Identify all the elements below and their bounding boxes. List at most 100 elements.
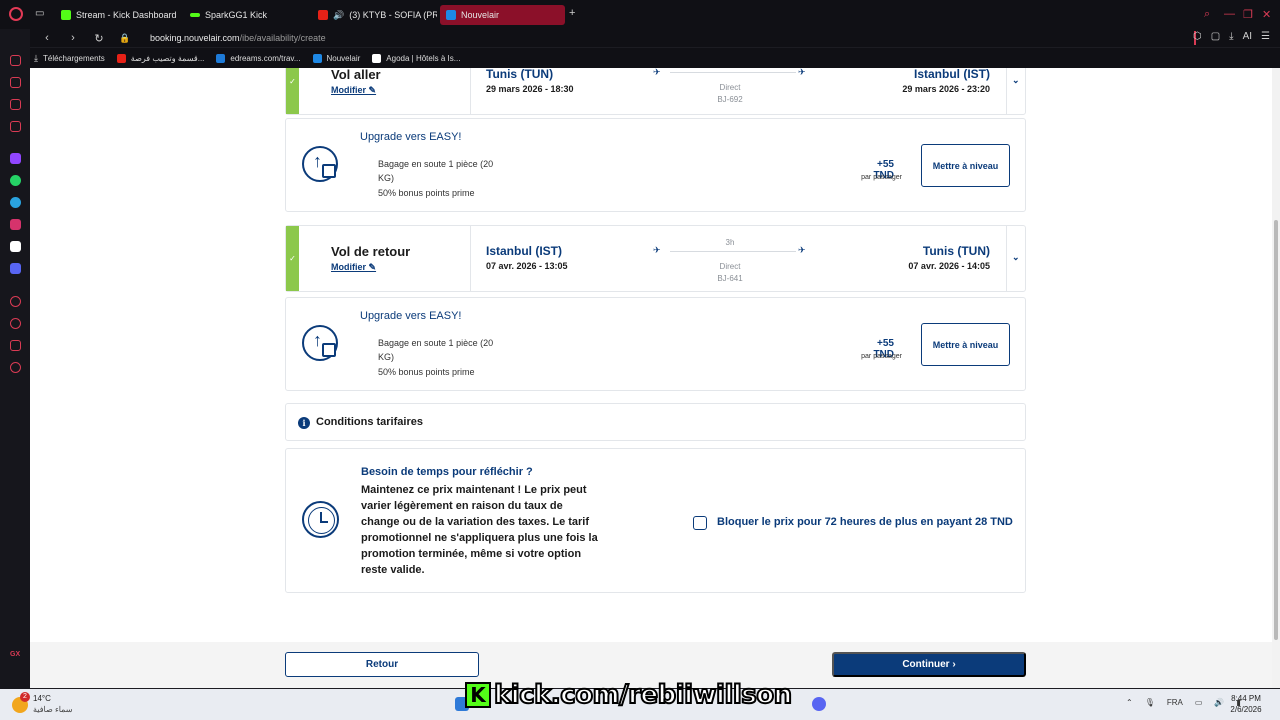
menu-icon[interactable]: ☰ xyxy=(1261,31,1270,42)
scrollbar-thumb[interactable] xyxy=(1274,220,1278,640)
outbound-to-time: 29 mars 2026 - 23:20 xyxy=(902,84,990,94)
price-hold-checkbox[interactable] xyxy=(693,516,707,530)
outbound-from-city: Tunis (TUN) xyxy=(486,68,554,81)
inbound-flight-number: BJ-641 xyxy=(717,274,743,283)
language-indicator[interactable]: FRA xyxy=(1167,698,1183,707)
download-icon[interactable]: ⤓ xyxy=(1229,31,1233,42)
new-tab-button[interactable]: + xyxy=(569,7,575,19)
nouvelair-icon xyxy=(446,10,456,20)
upgrade-button[interactable]: Mettre à niveau xyxy=(921,323,1010,366)
outbound-title: Vol aller xyxy=(331,68,381,82)
fare-conditions-label: Conditions tarifaires xyxy=(316,416,423,428)
close-window-button[interactable]: ✕ xyxy=(1262,8,1271,21)
clock-icon xyxy=(302,501,339,538)
overlay-text: kick.com/rebiiwillson xyxy=(493,679,793,711)
news-icon[interactable] xyxy=(10,99,21,110)
inbound-from-city: Istanbul (IST) xyxy=(486,244,562,258)
price-hold-card: Besoin de temps pour réfléchir ? Mainten… xyxy=(285,448,1026,593)
player-icon[interactable] xyxy=(10,121,21,132)
browser-tab-bar: ▭ Stream - Kick Dashboard SparkGG1 Kick … xyxy=(0,0,1280,29)
extensions-icon[interactable] xyxy=(10,296,21,307)
chevron-up-icon[interactable]: ⌃ xyxy=(1126,698,1133,707)
tab-kick-dashboard[interactable]: Stream - Kick Dashboard xyxy=(55,5,180,25)
kick-icon xyxy=(61,10,71,20)
divider xyxy=(1006,68,1007,114)
discord-icon[interactable] xyxy=(10,263,21,274)
outbound-flight-number: BJ-692 xyxy=(717,95,743,104)
tab-nouvelair[interactable]: Nouvelair xyxy=(440,5,565,25)
audio-icon: 🔊 xyxy=(333,9,345,20)
upgrade-title: Upgrade vers EASY! xyxy=(360,310,462,322)
upgrade-button[interactable]: Mettre à niveau xyxy=(921,144,1010,187)
display-icon[interactable]: ▭ xyxy=(1195,698,1203,707)
temperature: 14°C xyxy=(33,694,51,703)
url-field[interactable]: booking.nouvelair.com/ibe/availability/c… xyxy=(150,33,326,43)
inbound-modify-link[interactable]: Modifier ✎ xyxy=(331,262,376,273)
taskbar-clock[interactable]: 8:44 PM 2/6/2026 xyxy=(1226,693,1266,715)
instagram-icon[interactable] xyxy=(10,219,21,230)
whatsapp-icon[interactable] xyxy=(10,175,21,186)
bookmarks-bar: ⤓ Téléchargements قسمة وتصيب فرصة... edre… xyxy=(30,48,1280,68)
twitch-icon[interactable] xyxy=(10,153,21,164)
bookmark-agoda[interactable]: Agoda | Hôtels à Is... xyxy=(372,53,460,63)
inbound-flight-card: ✓ Vol de retour Modifier ✎ Istanbul (IST… xyxy=(285,225,1026,292)
hexagon-icon[interactable] xyxy=(10,340,21,351)
edreams-icon xyxy=(216,53,226,63)
tiktok-icon[interactable] xyxy=(10,241,21,252)
download-icon: ⤓ xyxy=(34,52,38,63)
workspaces-icon[interactable]: ▭ xyxy=(35,8,44,19)
price-hold-label[interactable]: Bloquer le prix pour 72 heures de plus e… xyxy=(717,516,1013,528)
upgrade-baggage-line-cont: KG) xyxy=(378,352,395,362)
continue-button[interactable]: Continuer › xyxy=(832,652,1026,677)
price-hold-title: Besoin de temps pour réfléchir ? xyxy=(361,466,533,478)
forward-icon[interactable]: › xyxy=(64,32,82,44)
aria-icon[interactable] xyxy=(10,55,21,66)
volume-icon[interactable]: 🔊 xyxy=(1214,698,1224,707)
maximize-button[interactable]: ❐ xyxy=(1243,8,1253,21)
upgrade-title: Upgrade vers EASY! xyxy=(360,131,462,143)
reload-icon[interactable]: ↻ xyxy=(90,32,108,45)
inbound-to-city: Tunis (TUN) xyxy=(922,244,990,258)
address-bar: ‹ › ↻ 🔒 booking.nouvelair.com/ibe/availa… xyxy=(30,29,1280,47)
discord-icon[interactable] xyxy=(812,697,826,711)
outbound-from-time: 29 mars 2026 - 18:30 xyxy=(486,84,574,94)
bookmark-youtube[interactable]: قسمة وتصيب فرصة... xyxy=(116,53,204,63)
web-page: ✓ Vol aller Modifier ✎ Tunis (TUN) 29 ma… xyxy=(30,68,1272,688)
gx-control-icon[interactable] xyxy=(10,77,21,88)
opera-logo-icon[interactable] xyxy=(9,7,23,21)
back-button[interactable]: Retour xyxy=(285,652,479,677)
tab-sparkgg1-kick[interactable]: SparkGG1 Kick xyxy=(184,5,309,25)
chevron-down-icon[interactable]: ⌄ xyxy=(1012,252,1020,263)
upgrade-price-sub: par passager xyxy=(861,353,902,360)
bookmark-nouvelair[interactable]: Nouvelair xyxy=(312,53,360,63)
inbound-from-time: 07 avr. 2026 - 13:05 xyxy=(486,261,568,271)
minimize-button[interactable]: — xyxy=(1224,8,1235,20)
history-icon[interactable] xyxy=(10,318,21,329)
search-tabs-icon[interactable]: ⌕ xyxy=(1204,8,1210,21)
upgrade-baggage-line: Bagage en soute 1 pièce (20 xyxy=(378,338,494,348)
inbound-to-time: 07 avr. 2026 - 14:05 xyxy=(908,261,990,271)
outbound-modify-link[interactable]: Modifier ✎ xyxy=(331,85,376,96)
telegram-icon[interactable] xyxy=(10,197,21,208)
divider xyxy=(470,226,471,291)
outbound-upgrade-card: Upgrade vers EASY! Bagage en soute 1 piè… xyxy=(285,118,1026,212)
browser-tools: ⬡ ▢ ⤓ AI ☰ xyxy=(1193,31,1270,42)
tab-youtube-ktyb[interactable]: 🔊 (3) KTYB - SOFIA (PRO xyxy=(312,5,437,25)
bookmark-downloads[interactable]: ⤓ Téléchargements xyxy=(34,53,105,64)
extensions-icon[interactable]: ⬡ xyxy=(1193,31,1202,42)
landing-icon: ✈ xyxy=(798,68,806,77)
divider xyxy=(1006,226,1007,291)
browser-sidebar: GX xyxy=(0,29,30,689)
settings-icon[interactable] xyxy=(10,362,21,373)
microphone-icon[interactable]: 🎙 xyxy=(1145,698,1155,707)
ai-button[interactable]: AI xyxy=(1243,31,1252,42)
outbound-flight-card: ✓ Vol aller Modifier ✎ Tunis (TUN) 29 ma… xyxy=(285,68,1026,115)
chevron-down-icon[interactable]: ⌄ xyxy=(1012,75,1020,86)
price-hold-text: Maintenez ce prix maintenant ! Le prix p… xyxy=(361,484,598,576)
fare-conditions-toggle[interactable]: i Conditions tarifaires xyxy=(285,403,1026,441)
back-icon[interactable]: ‹ xyxy=(38,32,56,44)
bookmark-edreams[interactable]: edreams.com/trav... xyxy=(216,53,301,63)
snapshot-icon[interactable]: ▢ xyxy=(1211,31,1220,42)
landing-icon: ✈ xyxy=(798,245,806,255)
inbound-direct: Direct xyxy=(719,262,741,271)
